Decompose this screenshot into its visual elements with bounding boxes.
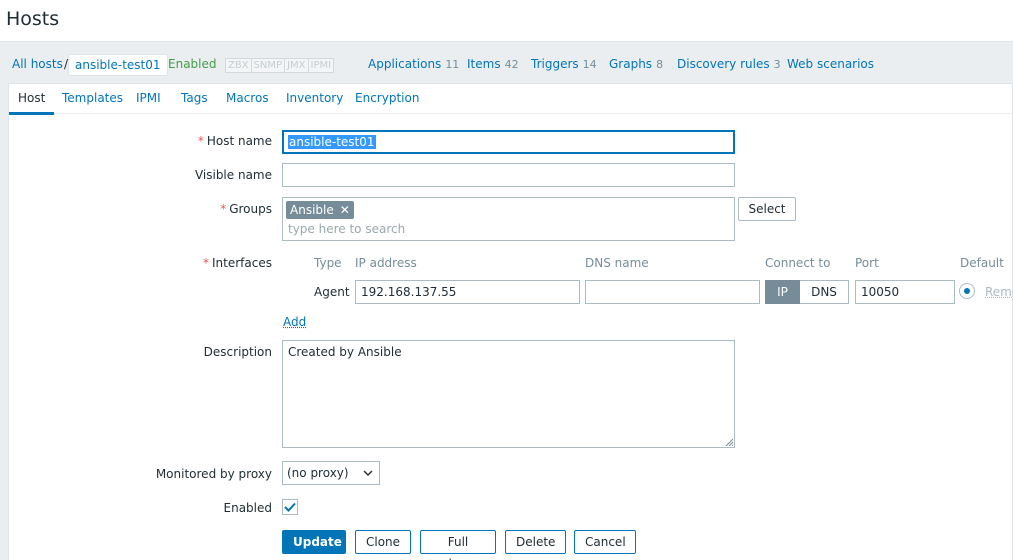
- interface-default-header: Default: [960, 256, 1004, 270]
- applications-link[interactable]: Applications 11: [368, 43, 459, 83]
- items-count: 42: [504, 58, 519, 71]
- tab-macros[interactable]: Macros: [226, 84, 269, 114]
- groups-select-button[interactable]: Select: [738, 197, 796, 221]
- host-name-label: * Host name: [197, 134, 272, 148]
- remove-interface-link[interactable]: Remo: [985, 285, 1013, 299]
- description-textarea[interactable]: Created by Ansible: [282, 340, 735, 448]
- tab-inventory[interactable]: Inventory: [286, 84, 343, 114]
- chevron-down-icon: [363, 470, 373, 476]
- remove-chip-icon[interactable]: ✕: [340, 201, 350, 219]
- host-form: Host Templates IPMI Tags Macros Inventor…: [8, 83, 1013, 560]
- availability-zbx: ZBX: [225, 58, 252, 73]
- host-name-input[interactable]: ansible-test01: [282, 130, 735, 154]
- graphs-link[interactable]: Graphs 8: [609, 43, 663, 83]
- tab-ipmi[interactable]: IPMI: [136, 84, 161, 114]
- current-host-crumb[interactable]: ansible-test01: [68, 54, 168, 76]
- applications-count: 11: [445, 58, 460, 71]
- all-hosts-link[interactable]: All hosts: [12, 43, 63, 83]
- enabled-label: Enabled: [223, 501, 273, 515]
- host-navigation: All hosts / ansible-test01 Enabled ZBX S…: [0, 43, 1013, 83]
- interface-type-agent: Agent: [314, 285, 350, 299]
- groups-search-placeholder[interactable]: type here to search: [288, 222, 405, 236]
- checkmark-icon: [284, 502, 296, 512]
- update-button[interactable]: Update: [282, 530, 346, 554]
- availability-indicators: ZBX SNMP JMX IPMI: [225, 58, 335, 74]
- items-link[interactable]: Items 42: [467, 43, 519, 83]
- interfaces-label: * Interfaces: [203, 256, 272, 270]
- proxy-label: Monitored by proxy: [155, 467, 272, 481]
- groups-label: * Groups: [220, 202, 272, 216]
- visible-name-input[interactable]: [282, 163, 735, 187]
- group-chip-ansible: Ansible ✕: [286, 201, 354, 219]
- discovery-rules-count: 3: [773, 58, 781, 71]
- connect-to-toggle: IP DNS: [765, 280, 849, 304]
- interface-ip-input[interactable]: 192.168.137.55: [355, 280, 580, 304]
- cancel-button[interactable]: Cancel: [574, 530, 636, 554]
- discovery-rules-link[interactable]: Discovery rules 3: [677, 43, 781, 83]
- triggers-link[interactable]: Triggers 14: [531, 43, 597, 83]
- tab-tags[interactable]: Tags: [181, 84, 208, 114]
- full-clone-button[interactable]: Full clone: [420, 530, 496, 560]
- interface-dns-header: DNS name: [585, 256, 649, 270]
- proxy-select[interactable]: (no proxy): [282, 461, 380, 485]
- triggers-count: 14: [582, 58, 597, 71]
- enabled-checkbox[interactable]: [282, 499, 298, 515]
- delete-button[interactable]: Delete: [505, 530, 566, 554]
- tab-encryption[interactable]: Encryption: [355, 84, 419, 114]
- interface-port-input[interactable]: 10050: [855, 280, 955, 304]
- page-header: Hosts: [0, 0, 1013, 42]
- interface-ip-header: IP address: [355, 256, 417, 270]
- add-interface-link[interactable]: Add: [283, 315, 306, 329]
- availability-snmp: SNMP: [250, 58, 286, 73]
- resize-grip-icon[interactable]: [725, 438, 733, 446]
- interface-type-header: Type: [314, 256, 342, 270]
- connect-ip-option[interactable]: IP: [765, 280, 800, 304]
- availability-ipmi: IPMI: [307, 58, 335, 73]
- connect-dns-option[interactable]: DNS: [800, 280, 849, 304]
- status-enabled-link[interactable]: Enabled: [168, 43, 217, 85]
- interface-port-header: Port: [855, 256, 879, 270]
- availability-jmx: JMX: [284, 58, 309, 73]
- tab-templates[interactable]: Templates: [62, 84, 123, 114]
- groups-multiselect[interactable]: Ansible ✕ type here to search: [282, 197, 735, 241]
- tab-host[interactable]: Host: [9, 84, 55, 115]
- default-interface-radio[interactable]: [959, 283, 975, 299]
- interface-dns-input[interactable]: [585, 280, 760, 304]
- form-tabs: Host Templates IPMI Tags Macros Inventor…: [9, 84, 1012, 115]
- web-scenarios-link[interactable]: Web scenarios: [787, 43, 874, 83]
- page-title: Hosts: [6, 8, 60, 30]
- clone-button[interactable]: Clone: [355, 530, 411, 554]
- visible-name-label: Visible name: [194, 168, 272, 182]
- description-label: Description: [203, 345, 272, 359]
- graphs-count: 8: [656, 58, 664, 71]
- interface-connect-header: Connect to: [765, 256, 831, 270]
